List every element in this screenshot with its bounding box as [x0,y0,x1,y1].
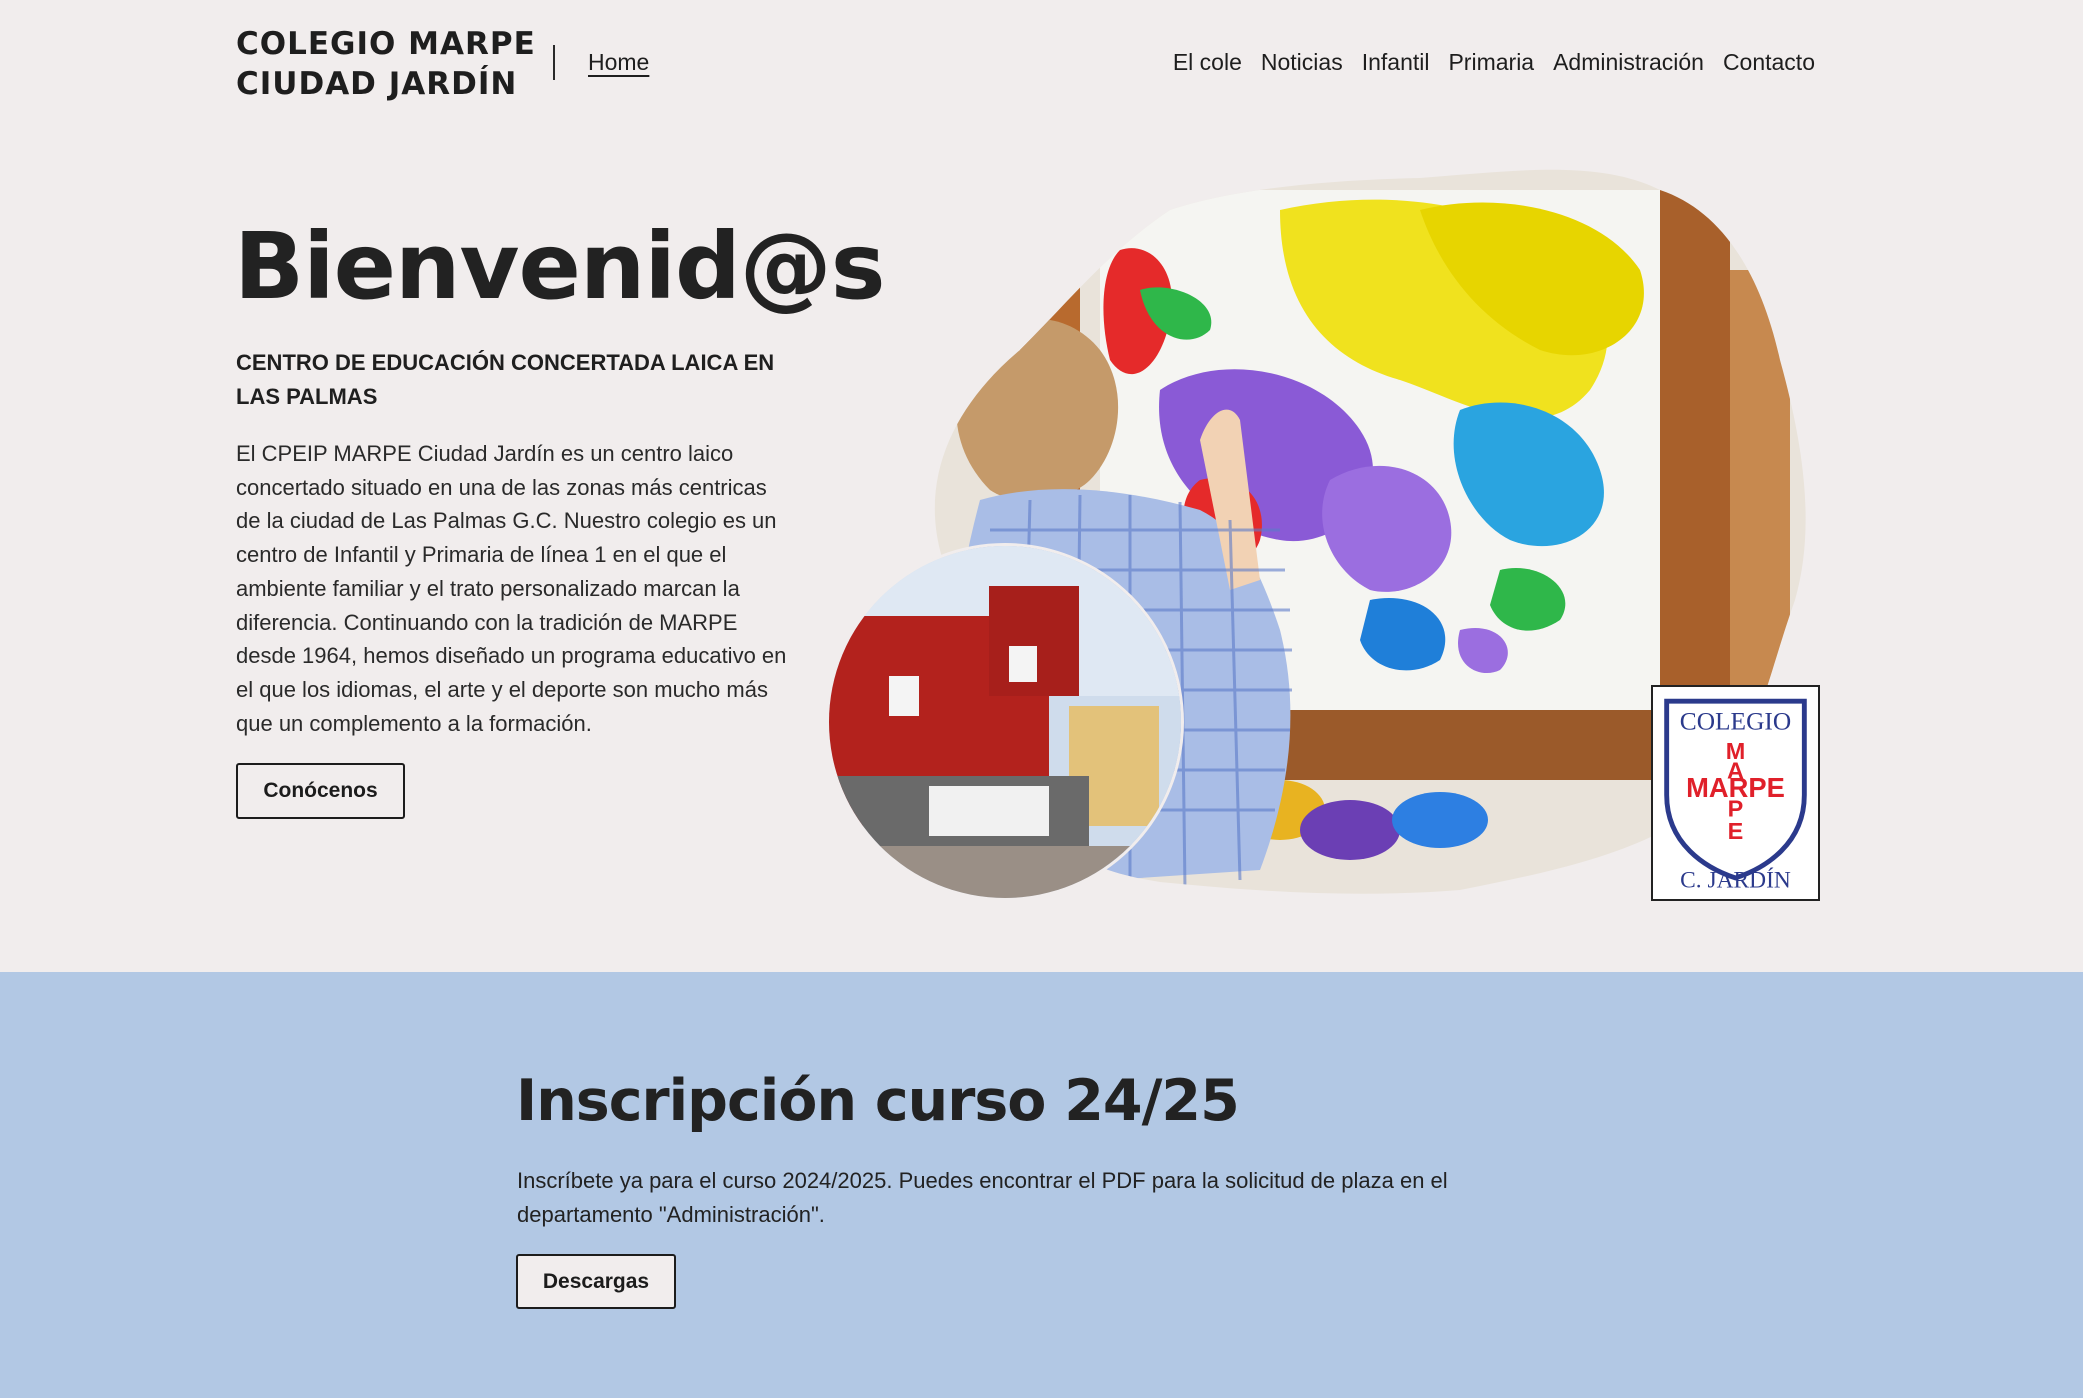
nav-administracion[interactable]: Administración [1553,49,1704,76]
nav-noticias[interactable]: Noticias [1261,49,1343,76]
logo-line-2: CIUDAD JARDÍN [236,66,518,102]
hero-title: Bienvenid@s [234,213,886,320]
svg-text:A: A [1727,757,1744,783]
main-nav: El cole Noticias Infantil Primaria Admin… [1173,49,1815,76]
crest-bottom-text: C. JARDÍN [1680,868,1791,894]
svg-text:E: E [1728,818,1744,844]
crest-top-text: COLEGIO [1680,708,1791,736]
inscription-title: Inscripción curso 24/25 [516,1068,1240,1134]
nav-home-link[interactable]: Home [588,49,649,76]
logo-line-1: COLEGIO MARPE [236,26,536,62]
school-building-image [826,543,1184,901]
conocenos-button[interactable]: Conócenos [236,763,405,819]
hero-description: El CPEIP MARPE Ciudad Jardín es un centr… [236,441,787,736]
nav-contacto[interactable]: Contacto [1723,49,1815,76]
crest-shield-icon: COLEGIO MARPE M A P E C. JARDÍN [1664,698,1807,894]
logo-divider [553,45,555,80]
inscription-text: Inscríbete ya para el curso 2024/2025. P… [517,1168,1448,1227]
nav-el-cole[interactable]: El cole [1173,49,1242,76]
nav-infantil[interactable]: Infantil [1362,49,1430,76]
site-logo[interactable]: COLEGIO MARPE CIUDAD JARDÍN [236,24,536,104]
hero-subtitle: CENTRO DE EDUCACIÓN CONCERTADA LAICA EN … [236,350,775,409]
descargas-button[interactable]: Descargas [516,1254,676,1309]
nav-primaria[interactable]: Primaria [1448,49,1534,76]
school-crest-logo: COLEGIO MARPE M A P E C. JARDÍN [1651,685,1820,901]
site-header: COLEGIO MARPE CIUDAD JARDÍN Home El cole… [0,0,2083,130]
